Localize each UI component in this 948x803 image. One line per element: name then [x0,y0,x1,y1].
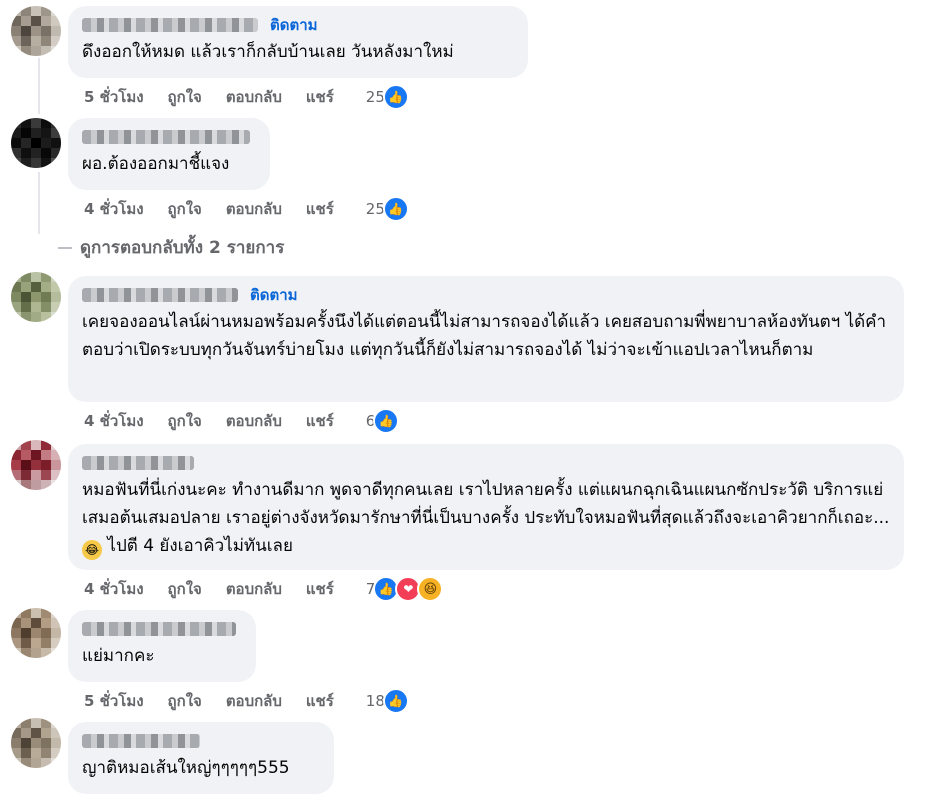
comment-actions: 4 ชั่วโมง ถูกใจ ตอบกลับ แชร์ 7 👍 ❤ 😆 [84,576,444,602]
like-button[interactable]: ถูกใจ [168,689,202,713]
thread-line [38,172,40,234]
avatar[interactable] [11,118,61,168]
comment-time[interactable]: 5 ชั่วโมง [84,85,144,109]
follow-button[interactable]: ติดตาม [250,283,298,307]
like-button[interactable]: ถูกใจ [168,85,202,109]
share-button[interactable]: แชร์ [306,409,334,433]
reply-button[interactable]: ตอบกลับ [226,409,282,433]
comment-text-part: ไปตี 4 ยังเอาคิวไม่ทันเลย [102,536,293,556]
commenter-name[interactable] [82,288,238,302]
reply-button[interactable]: ตอบกลับ [226,577,282,601]
thread-connector [58,246,72,249]
comment-bubble: หมอฟันที่นี่เก่งนะคะ ทำงานดีมาก พูดจาดีท… [68,444,904,570]
share-button[interactable]: แชร์ [306,85,334,109]
comment-time[interactable]: 4 ชั่วโมง [84,409,144,433]
comment-bubble: ติดตาม เคยจองออนไลน์ผ่านหมอพร้อมครั้งนึง… [68,276,904,402]
comment-text: ญาติหมอเส้นใหญ่ๆๆๆๆๆ555 [82,758,290,778]
comment-actions: 5 ชั่วโมง ถูกใจ ตอบกลับ แชร์ 18 👍 [84,688,409,714]
commenter-name[interactable] [82,18,258,32]
comment-actions: 4 ชั่วโมง ถูกใจ ตอบกลับ แชร์ 6 👍 [84,408,400,434]
reply-button[interactable]: ตอบกลับ [226,197,282,221]
commenter-name[interactable] [82,130,250,144]
reply-button[interactable]: ตอบกลับ [226,85,282,109]
comment-bubble: ติดตาม ดึงออกให้หมด แล้วเราก็กลับบ้านเลย… [68,6,528,78]
comment-text: แย่มากคะ [82,646,155,666]
comment-bubble: ญาติหมอเส้นใหญ่ๆๆๆๆๆ555 [68,722,334,794]
avatar[interactable] [11,6,61,56]
reply-button[interactable]: ตอบกลับ [226,689,282,713]
view-more-replies-label: ดูการตอบกลับทั้ง 2 รายการ [80,238,285,258]
like-button[interactable]: ถูกใจ [168,197,202,221]
haha-reaction-icon[interactable]: 😆 [417,576,444,602]
comment-time[interactable]: 5 ชั่วโมง [84,689,144,713]
share-button[interactable]: แชร์ [306,689,334,713]
like-button[interactable]: ถูกใจ [168,409,202,433]
avatar[interactable] [11,440,61,490]
crying-laughing-emoji-icon: 😂 [82,540,102,560]
comment-actions: 4 ชั่วโมง ถูกใจ ตอบกลับ แชร์ 25 👍 [84,196,409,222]
follow-button[interactable]: ติดตาม [270,13,318,37]
like-button[interactable]: ถูกใจ [168,577,202,601]
comment-actions: 5 ชั่วโมง ถูกใจ ตอบกลับ แชร์ 25 👍 [84,84,409,110]
avatar[interactable] [11,272,61,322]
commenter-name[interactable] [82,622,236,636]
like-reaction-icon[interactable]: 👍 [382,84,409,110]
comment-text: ผอ.ต้องออกมาชี้แจง [82,154,230,174]
comment-text: หมอฟันที่นี่เก่งนะคะ ทำงานดีมาก พูดจาดีท… [82,476,890,560]
view-more-replies-link[interactable]: ดูการตอบกลับทั้ง 2 รายการ [58,234,284,261]
comment-time[interactable]: 4 ชั่วโมง [84,577,144,601]
comment-text-part: หมอฟันที่นี่เก่งนะคะ ทำงานดีมาก พูดจาดีท… [82,480,890,528]
comment-text: ดึงออกให้หมด แล้วเราก็กลับบ้านเลย วันหลั… [82,42,454,62]
comment-text: เคยจองออนไลน์ผ่านหมอพร้อมครั้งนึงได้แต่ต… [82,312,887,360]
share-button[interactable]: แชร์ [306,197,334,221]
comment-time[interactable]: 4 ชั่วโมง [84,197,144,221]
like-reaction-icon[interactable]: 👍 [382,688,409,714]
commenter-name[interactable] [82,456,194,470]
thread-line [38,58,40,114]
like-reaction-icon[interactable]: 👍 [382,196,409,222]
commenter-name[interactable] [82,734,200,748]
avatar[interactable] [11,718,61,768]
like-reaction-icon[interactable]: 👍 [373,408,400,434]
comment-bubble: ผอ.ต้องออกมาชี้แจง [68,118,270,190]
comment-bubble: แย่มากคะ [68,610,256,682]
avatar[interactable] [11,608,61,658]
share-button[interactable]: แชร์ [306,577,334,601]
